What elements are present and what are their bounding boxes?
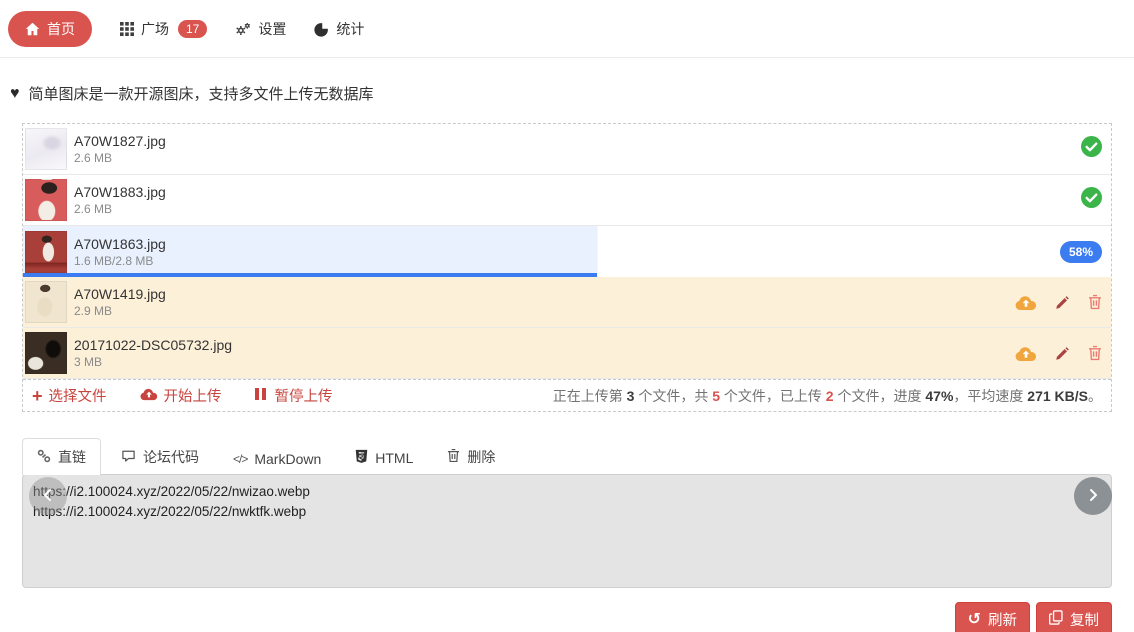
start-upload-button[interactable]: 开始上传: [140, 385, 222, 406]
start-upload-label: 开始上传: [163, 389, 222, 405]
tab-forum-code[interactable]: 论坛代码: [107, 439, 213, 475]
file-name: A70W1883.jpg: [74, 184, 166, 200]
tab-html[interactable]: HTML: [341, 441, 427, 475]
file-thumbnail: [25, 332, 67, 374]
edit-pencil-icon[interactable]: [1055, 346, 1070, 361]
nav-item-home[interactable]: 首页: [8, 11, 92, 47]
upload-file-icon[interactable]: [1015, 294, 1037, 311]
tab-label: HTML: [375, 450, 414, 466]
site-tagline: ♥ 简单图床是一款开源图床，支持多文件上传无数据库: [10, 83, 1134, 104]
file-row: A70W1883.jpg 2.6 MB: [23, 175, 1111, 226]
tab-markdown[interactable]: </> MarkDown: [219, 443, 335, 475]
file-name: 20171022-DSC05732.jpg: [74, 337, 233, 353]
file-row-uploading: A70W1863.jpg 1.6 MB/2.8 MB 58%: [23, 226, 1111, 277]
file-size: 3 MB: [74, 355, 103, 369]
trash-icon: [447, 448, 460, 466]
upload-status-text: 正在上传第 3 个文件，共 5 个文件，已上传 2 个文件，进度 47%，平均速…: [552, 387, 1102, 404]
tab-delete[interactable]: 删除: [433, 439, 509, 475]
file-thumbnail: [25, 230, 67, 273]
gears-icon: [235, 22, 251, 37]
file-row-pending: A70W1419.jpg 2.9 MB: [23, 277, 1111, 328]
gallery-count-badge: 17: [178, 20, 208, 38]
upload-file-list: A70W1827.jpg 2.6 MB A70W1883.jpg 2.6 MB …: [22, 123, 1112, 412]
link-icon: [37, 449, 51, 466]
nav-item-gallery[interactable]: 广场 17: [120, 19, 208, 39]
file-thumbnail: [25, 128, 67, 170]
file-row-pending: 20171022-DSC05732.jpg 3 MB: [23, 328, 1111, 379]
prev-arrow-button[interactable]: [29, 477, 67, 515]
progress-badge: 58%: [1059, 240, 1102, 263]
tab-direct-link[interactable]: 直链: [22, 438, 101, 475]
upload-file-icon[interactable]: [1015, 345, 1037, 362]
chat-bubble-icon: [121, 449, 136, 466]
delete-trash-icon[interactable]: [1088, 345, 1102, 361]
html5-icon: [355, 449, 368, 467]
refresh-label: 刷新: [988, 613, 1017, 629]
output-links[interactable]: https://i2.100024.xyz/2022/05/22/nwizao.…: [23, 475, 1111, 529]
progress-percent: 47%: [925, 387, 954, 404]
file-name: A70W1827.jpg: [74, 133, 166, 149]
copy-button[interactable]: 复制: [1036, 602, 1112, 632]
upload-success-icon: [1081, 187, 1102, 213]
edit-pencil-icon[interactable]: [1055, 295, 1070, 310]
choose-files-button[interactable]: + 选择文件: [32, 385, 107, 406]
footer-actions: ↺ 刷新 复制: [0, 602, 1112, 632]
nav-item-label: 统计: [336, 21, 365, 37]
nav-item-label: 首页: [47, 21, 75, 37]
chevron-right-icon: [1085, 487, 1101, 506]
tab-label: MarkDown: [254, 451, 322, 467]
output-tabs: 直链 论坛代码 </> MarkDown HTML 删除: [22, 438, 1112, 475]
grid-icon: [120, 22, 134, 36]
file-size: 2.6 MB: [74, 151, 113, 165]
chevron-left-icon: [40, 487, 56, 506]
tab-label: 删除: [467, 449, 496, 465]
tab-label: 论坛代码: [143, 449, 199, 465]
file-thumbnail: [25, 281, 67, 323]
heart-icon: ♥: [10, 84, 20, 102]
pause-upload-label: 暂停上传: [274, 389, 333, 405]
copy-label: 复制: [1070, 613, 1099, 629]
top-navigation: 首页 广场 17 设置 统计: [0, 0, 1134, 58]
refresh-icon: ↺: [967, 610, 981, 628]
nav-item-label: 广场: [141, 21, 169, 37]
plus-icon: +: [32, 385, 43, 406]
nav-item-stats[interactable]: 统计: [314, 19, 364, 39]
choose-files-label: 选择文件: [48, 389, 107, 405]
upload-success-icon: [1081, 136, 1102, 162]
delete-trash-icon[interactable]: [1088, 294, 1102, 310]
total-files-number: 5: [712, 387, 721, 404]
file-size: 1.6 MB/2.8 MB: [74, 253, 154, 268]
output-panel: https://i2.100024.xyz/2022/05/22/nwizao.…: [22, 474, 1112, 588]
pause-icon: [254, 387, 269, 404]
refresh-button[interactable]: ↺ 刷新: [954, 602, 1030, 632]
upload-toolbar: + 选择文件 开始上传 暂停上传 正在上传第 3 个文件，共 5 个文件，已上传…: [23, 379, 1111, 411]
file-size: 2.6 MB: [74, 202, 113, 216]
file-row: A70W1827.jpg 2.6 MB: [23, 124, 1111, 175]
pause-upload-button[interactable]: 暂停上传: [254, 385, 333, 406]
code-icon: </>: [233, 452, 248, 466]
tagline-text: 简单图床是一款开源图床，支持多文件上传无数据库: [28, 86, 374, 103]
copy-icon: [1049, 610, 1063, 629]
average-speed: 271 KB/S: [1027, 387, 1088, 404]
home-icon: [25, 22, 40, 36]
file-size: 2.9 MB: [74, 304, 113, 318]
upload-cloud-icon: [140, 387, 158, 405]
nav-item-label: 设置: [258, 21, 287, 37]
tab-label: 直链: [58, 449, 86, 465]
next-arrow-button[interactable]: [1074, 477, 1112, 515]
file-name: A70W1863.jpg: [74, 235, 166, 252]
nav-item-settings[interactable]: 设置: [235, 19, 286, 39]
file-thumbnail: [25, 179, 67, 221]
uploaded-files-number: 2: [825, 387, 834, 404]
pie-chart-icon: [314, 21, 330, 37]
file-name: A70W1419.jpg: [74, 286, 166, 302]
